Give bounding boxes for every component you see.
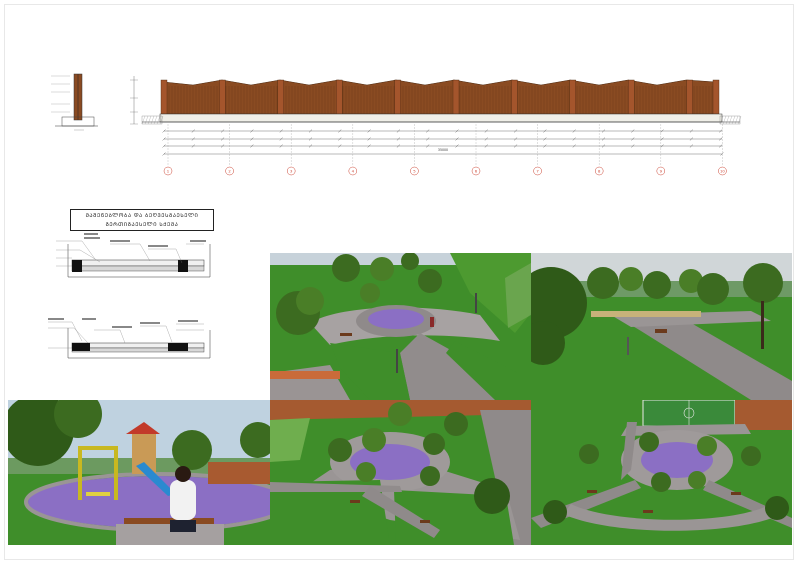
fence-elevation — [130, 76, 742, 125]
axis-marker: 3 — [286, 124, 296, 176]
render-garden-path — [531, 253, 792, 400]
render-aerial-oblique — [270, 253, 531, 400]
render-playground — [8, 400, 270, 545]
pavement-section-2 — [48, 318, 211, 359]
total-dimension-label: 35000 — [438, 148, 448, 152]
render-site-aerial — [531, 400, 792, 545]
axis-marker: 5 — [410, 124, 419, 176]
fence-section-detail — [51, 73, 98, 131]
legend-title-line-1: ᲛᲐᲨᲔᲜᲔᲑᲚᲝᲑᲐ ᲓᲐ ᲑᲔᲦᲕᲔᲡᲒᲐᲔᲡᲔᲚᲘ — [85, 213, 199, 219]
axis-label: 10 — [720, 169, 725, 174]
render-plaza-aerial — [270, 400, 531, 545]
pavement-legend-title: ᲛᲐᲨᲔᲜᲔᲑᲚᲝᲑᲐ ᲓᲐ ᲑᲔᲦᲕᲔᲡᲒᲐᲔᲡᲔᲚᲘ ᲒᲔᲠᲗᲘᲒᲐᲔᲡᲔᲚ… — [70, 209, 214, 231]
axis-marker: 2 — [225, 124, 234, 176]
legend-title-line-2: ᲒᲔᲠᲗᲘᲒᲐᲔᲡᲔᲚᲘ ᲡᲥᲔᲛᲐ — [105, 222, 179, 228]
axis-marker: 6 — [471, 124, 481, 176]
axis-marker: 1 — [163, 124, 173, 176]
axis-marker: 9 — [656, 124, 666, 176]
axis-marker: 10 — [718, 124, 727, 176]
axis-marker: 8 — [594, 124, 604, 176]
pavement-section-1 — [56, 233, 211, 278]
axis-marker: 4 — [348, 124, 358, 176]
drawing-sheet: 35000 1 2 3 4 5 6 7 8 9 10 ᲛᲐᲨᲔᲜᲔᲑᲚᲝᲑᲐ Დ… — [0, 0, 800, 566]
axis-marker: 7 — [533, 124, 542, 176]
